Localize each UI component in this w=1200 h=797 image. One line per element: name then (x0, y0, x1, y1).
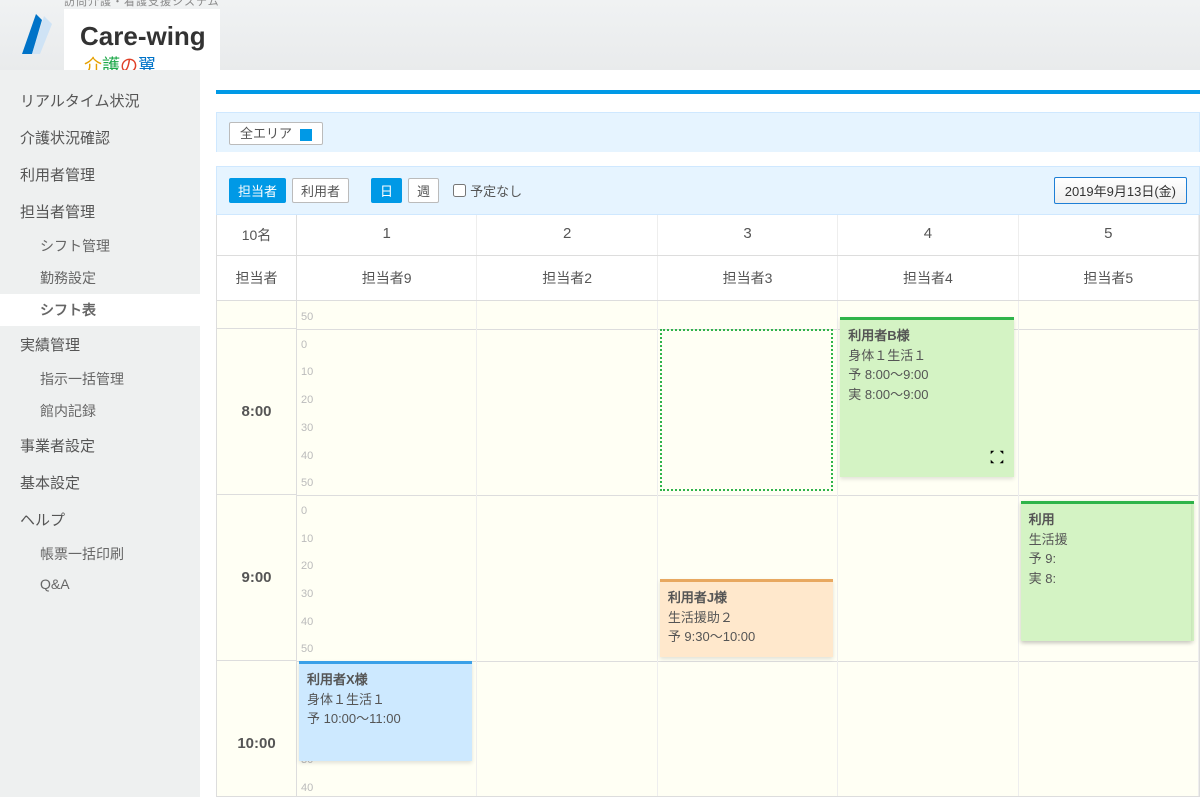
app-header: 訪問介護・看護支援システム Care-wing 介護の翼 (0, 0, 1200, 70)
brand-subtitle: 訪問介護・看護支援システム (64, 0, 220, 9)
date-picker-button[interactable]: 2019年9月13日(金) (1054, 177, 1187, 204)
minute-tick: 40 (301, 616, 313, 628)
minute-tick: 50 (301, 311, 313, 323)
sidebar-subitem[interactable]: Q&A (0, 570, 200, 598)
no-schedule-input[interactable] (453, 184, 466, 197)
staff-column-5[interactable]: 利用者O様身体２生活１予 9:00～10:00実 8:59～9:57利用生活援予… (1019, 301, 1199, 797)
no-schedule-checkbox[interactable]: 予定なし (453, 181, 522, 200)
area-bar: 全エリア (216, 112, 1200, 152)
sidebar-item[interactable]: 利用者管理 (0, 156, 200, 193)
schedule-event[interactable]: 利用者B様身体１生活１予 8:00～9:00実 8:00～9:00 (840, 317, 1013, 477)
sidebar-subitem[interactable]: 館内記録 (0, 395, 200, 427)
view-by-user-button[interactable]: 利用者 (292, 178, 349, 203)
minute-tick: 0 (301, 505, 307, 517)
minute-tick: 10 (301, 533, 313, 545)
sidebar-subitem[interactable]: 帳票一括印刷 (0, 538, 200, 570)
staff-column-3[interactable]: 利用者J様生活援助２予 9:30～10:00 (658, 301, 838, 797)
col-index: 2 (477, 215, 657, 255)
move-icon[interactable] (988, 448, 1006, 472)
wing-icon (18, 10, 58, 61)
sidebar-subitem[interactable]: 勤務設定 (0, 262, 200, 294)
staff-column-1[interactable]: 50010203040500102030405001020304050利用者X様… (297, 301, 477, 797)
hour-label: 10:00 (217, 661, 296, 797)
event-text: 利用者X様 (307, 670, 464, 690)
sidebar-item[interactable]: 実績管理 (0, 326, 200, 363)
staff-column-4[interactable]: 利用者B様身体１生活１予 8:00～9:00実 8:00～9:00 (838, 301, 1018, 797)
minute-tick: 0 (301, 339, 307, 351)
view-by-staff-button[interactable]: 担当者 (229, 178, 286, 203)
event-text: 利用者B様 (848, 326, 1005, 346)
time-column: 8:00 9:00 10:00 (217, 301, 297, 797)
staff-count: 10名 (217, 215, 297, 255)
staff-name: 担当者4 (838, 256, 1018, 300)
grid-header-index: 10名 1 2 3 4 5 (217, 215, 1199, 256)
sidebar-item[interactable]: 事業者設定 (0, 427, 200, 464)
schedule-event[interactable]: 利用生活援予 9:実 8: (1021, 501, 1191, 641)
hour-label: 9:00 (217, 495, 296, 661)
schedule-event[interactable]: 利用者X様身体１生活１予 10:00～11:00 (299, 661, 472, 761)
corner-label: 担当者 (217, 256, 297, 300)
event-text: 予 8:00～9:00 (848, 365, 1005, 385)
minute-tick: 40 (301, 782, 313, 794)
staff-name: 担当者3 (658, 256, 838, 300)
event-text: 予 9:30～10:00 (668, 627, 825, 647)
minute-tick: 50 (301, 643, 313, 655)
minute-tick: 40 (301, 450, 313, 462)
event-text: 身体１生活１ (307, 690, 464, 710)
schedule-event[interactable]: 利用者J様生活援助２予 9:30～10:00 (660, 579, 833, 657)
col-index: 3 (658, 215, 838, 255)
grid-header-staff: 担当者 担当者9 担当者2 担当者3 担当者4 担当者5 (217, 256, 1199, 301)
sidebar-item[interactable]: 介護状況確認 (0, 119, 200, 156)
event-text: 実 8:00～9:00 (848, 385, 1005, 405)
minute-tick: 50 (301, 477, 313, 489)
area-selector[interactable]: 全エリア (229, 122, 323, 145)
minute-tick: 20 (301, 560, 313, 572)
minute-tick: 30 (301, 588, 313, 600)
grid-body: 8:00 9:00 10:00 50 0 10 20 30 40 50 0 10 20 30 40 50… (217, 301, 1199, 797)
minute-tick: 30 (301, 422, 313, 434)
week-view-button[interactable]: 週 (408, 178, 439, 203)
day-view-button[interactable]: 日 (371, 178, 402, 203)
toolbar: 担当者 利用者 日 週 予定なし 2019年9月13日(金) (216, 166, 1200, 215)
event-text: 予 10:00～11:00 (307, 709, 464, 729)
drop-target[interactable] (660, 329, 833, 491)
sidebar-item[interactable]: 担当者管理 (0, 193, 200, 230)
col-index: 4 (838, 215, 1018, 255)
sidebar-subitem[interactable]: 指示一括管理 (0, 363, 200, 395)
minute-tick: 10 (301, 366, 313, 378)
sidebar-item[interactable]: 基本設定 (0, 464, 200, 501)
col-index: 1 (297, 215, 477, 255)
sidebar-item[interactable]: ヘルプ (0, 501, 200, 538)
hour-label: 8:00 (217, 329, 296, 495)
schedule-grid: 10名 1 2 3 4 5 担当者 担当者9 担当者2 担当者3 担当者4 担当… (216, 215, 1200, 797)
main-content: 全エリア 担当者 利用者 日 週 予定なし 2019年9月13日(金) 10名 … (200, 70, 1200, 797)
minute-tick: 20 (301, 394, 313, 406)
event-text: 利用者J様 (668, 588, 825, 608)
staff-name: 担当者2 (477, 256, 657, 300)
staff-name: 担当者5 (1019, 256, 1199, 300)
accent-bar (216, 90, 1200, 94)
sidebar-subitem[interactable]: シフト表 (0, 294, 200, 326)
sidebar-item[interactable]: リアルタイム状況 (0, 82, 200, 119)
event-text: 身体１生活１ (848, 346, 1005, 366)
col-index: 5 (1019, 215, 1199, 255)
staff-name: 担当者9 (297, 256, 477, 300)
brand-name: Care-wing 介護の翼 (64, 9, 220, 78)
event-text: 生活援助２ (668, 608, 825, 628)
staff-column-2[interactable] (477, 301, 657, 797)
sidebar: リアルタイム状況介護状況確認利用者管理担当者管理シフト管理勤務設定シフト表実績管… (0, 70, 200, 797)
sidebar-subitem[interactable]: シフト管理 (0, 230, 200, 262)
